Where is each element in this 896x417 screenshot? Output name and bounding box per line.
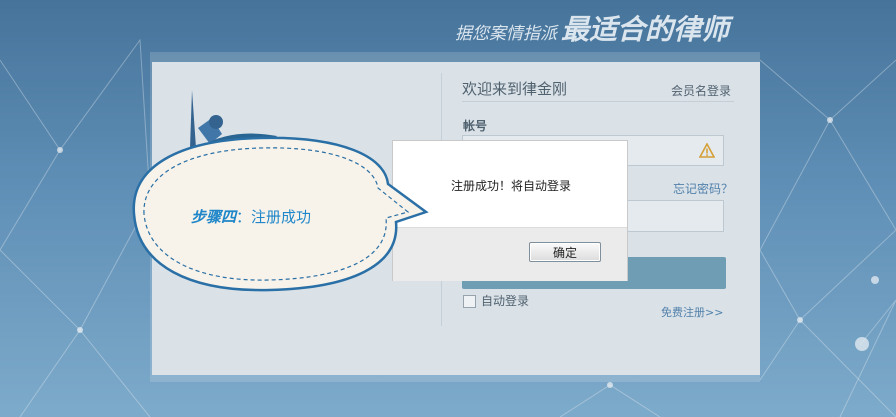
callout-step: 步骤四 <box>191 208 237 226</box>
ok-button[interactable]: 确定 <box>529 242 601 262</box>
callout-label: 注册成功 <box>251 208 312 226</box>
callout-text: 步骤四：注册成功 <box>191 206 311 227</box>
callout-separator: ： <box>236 208 252 226</box>
